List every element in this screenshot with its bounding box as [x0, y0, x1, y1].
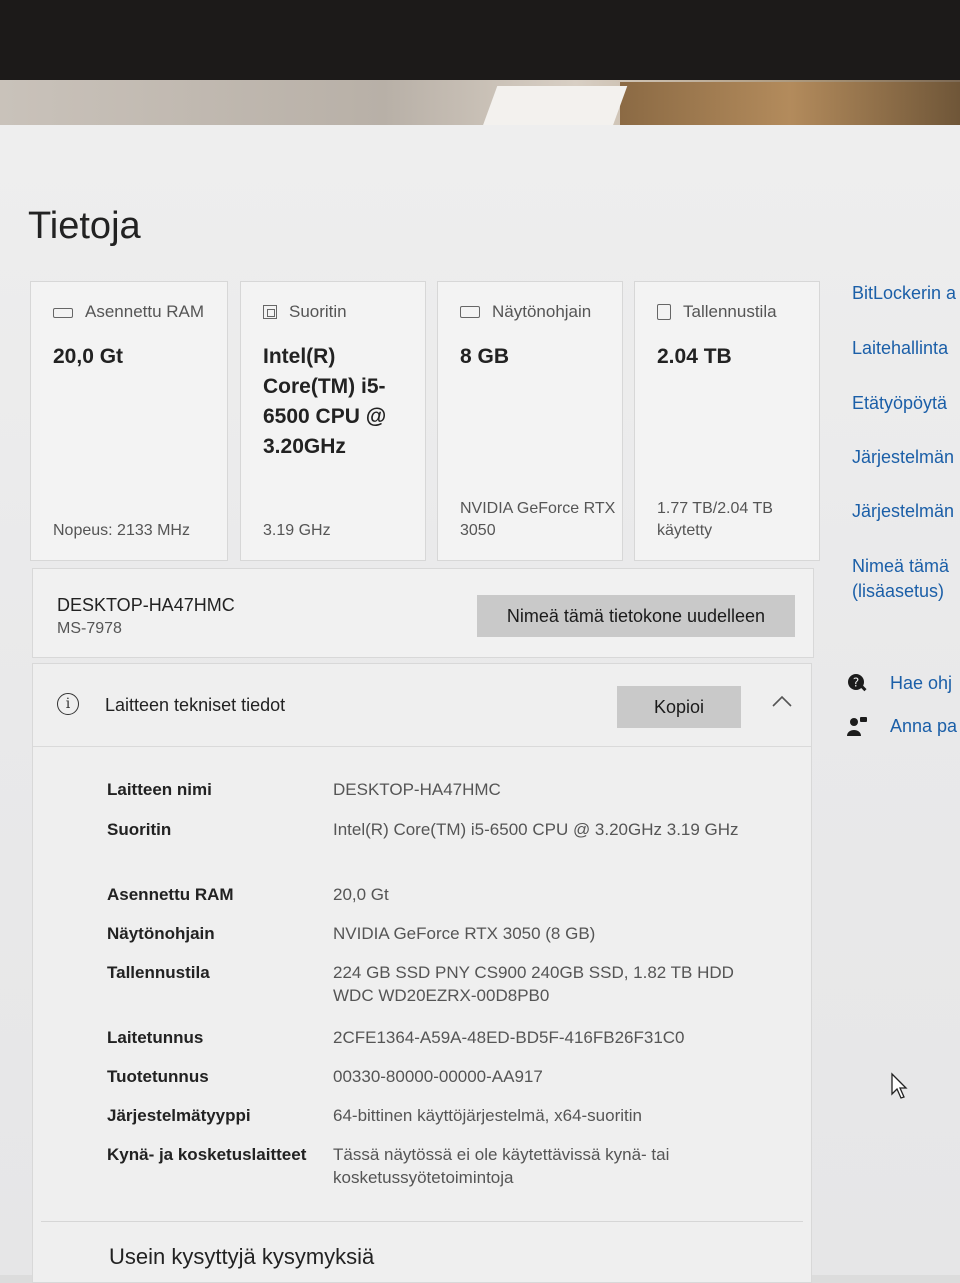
- card-subtext: 1.77 TB/2.04 TB käytetty: [657, 500, 773, 539]
- card-title: Suoritin: [289, 302, 347, 321]
- spec-value: Intel(R) Core(TM) i5-6500 CPU @ 3.20GHz …: [333, 820, 739, 839]
- mouse-pointer-icon: [891, 1072, 908, 1099]
- graphics-card-icon: [460, 306, 480, 318]
- storage-card: Tallennustila 2.04 TB 1.77 TB/2.04 TB kä…: [634, 281, 820, 561]
- spec-value: Tässä näytössä ei ole käytettävissä kynä…: [333, 1145, 670, 1187]
- chevron-up-icon[interactable]: [771, 694, 793, 708]
- ram-card: Asennettu RAM 20,0 Gt Nopeus: 2133 MHz: [30, 281, 228, 561]
- card-value: Intel(R) Core(TM) i5-6500 CPU @ 3.20GHz: [263, 345, 387, 458]
- spec-value: 2CFE1364-A59A-48ED-BD5F-416FB26F31C0: [333, 1028, 685, 1047]
- help-icon: ?: [848, 674, 867, 692]
- device-name-panel: DESKTOP-HA47HMC MS-7978 Nimeä tämä tieto…: [32, 568, 814, 658]
- graphics-card: Näytönohjain 8 GB NVIDIA GeForce RTX 305…: [437, 281, 623, 561]
- background-scene-wood: [620, 82, 960, 128]
- card-value: 2.04 TB: [657, 345, 732, 368]
- rename-pc-advanced-link[interactable]: Nimeä tämä: [852, 554, 949, 579]
- card-title: Asennettu RAM: [85, 302, 205, 321]
- spec-value: NVIDIA GeForce RTX 3050 (8 GB): [333, 924, 596, 943]
- spec-key: Näytönohjain: [107, 924, 215, 943]
- card-value: 8 GB: [460, 345, 510, 368]
- card-subtext: Nopeus: 2133 MHz: [53, 522, 190, 539]
- card-title: Tallennustila: [683, 302, 777, 321]
- device-specs-header[interactable]: i Laitteen tekniset tiedot Kopioi: [33, 664, 811, 747]
- advanced-system-settings-link[interactable]: Järjestelmän: [852, 499, 954, 524]
- spec-key: Kynä- ja kosketuslaitteet: [107, 1145, 307, 1164]
- spec-key: Laitetunnus: [107, 1028, 204, 1047]
- card-subtext: 3.19 GHz: [263, 522, 331, 539]
- get-help-link[interactable]: ? Hae ohj: [846, 672, 952, 694]
- give-feedback-label: Anna pa: [890, 715, 958, 736]
- device-model: MS-7978: [57, 620, 122, 637]
- processor-icon: [263, 305, 277, 319]
- spec-value: 20,0 Gt: [333, 885, 389, 904]
- device-name: DESKTOP-HA47HMC: [57, 595, 235, 615]
- storage-icon: [657, 304, 671, 320]
- card-title: Näytönohjain: [492, 302, 592, 321]
- card-value: 20,0 Gt: [53, 345, 124, 368]
- page-title: Tietoja: [28, 205, 141, 247]
- remote-desktop-link[interactable]: Etätyöpöytä: [852, 391, 947, 416]
- rename-pc-button[interactable]: Nimeä tämä tietokone uudelleen: [477, 595, 795, 637]
- svg-text:?: ?: [853, 676, 859, 690]
- device-specs-panel: i Laitteen tekniset tiedot Kopioi Laitte…: [32, 663, 812, 1283]
- background-scene-paper: [482, 86, 628, 126]
- spec-key: Laitteen nimi: [107, 780, 212, 799]
- give-feedback-link[interactable]: Anna pa: [846, 715, 957, 737]
- faq-heading[interactable]: Usein kysyttyjä kysymyksiä: [109, 1244, 374, 1270]
- spec-key: Asennettu RAM: [107, 885, 234, 904]
- spec-key: Suoritin: [107, 820, 172, 839]
- bitlocker-link[interactable]: BitLockerin a: [852, 281, 956, 306]
- get-help-label: Hae ohj: [890, 672, 953, 693]
- spec-key: Järjestelmätyyppi: [107, 1106, 251, 1125]
- processor-card: Suoritin Intel(R) Core(TM) i5-6500 CPU @…: [240, 281, 426, 561]
- monitor-bezel: [0, 0, 960, 80]
- spec-value: 00330-80000-00000-AA917: [333, 1067, 543, 1086]
- feedback-icon: [847, 717, 867, 736]
- ram-icon: [53, 308, 73, 318]
- info-icon: i: [57, 693, 79, 715]
- spec-key: Tallennustila: [107, 963, 210, 982]
- device-specs-title: Laitteen tekniset tiedot: [105, 695, 286, 715]
- copy-button[interactable]: Kopioi: [617, 686, 741, 728]
- rename-pc-advanced-link-suffix[interactable]: (lisäasetus): [852, 579, 944, 604]
- divider: [41, 1221, 803, 1222]
- card-subtext: NVIDIA GeForce RTX 3050: [460, 500, 616, 539]
- spec-value: 64-bittinen käyttöjärjestelmä, x64-suori…: [333, 1106, 642, 1125]
- spec-value: 224 GB SSD PNY CS900 240GB SSD, 1.82 TB …: [333, 963, 734, 1005]
- device-manager-link[interactable]: Laitehallinta: [852, 336, 948, 361]
- system-protection-link[interactable]: Järjestelmän: [852, 445, 954, 470]
- spec-value: DESKTOP-HA47HMC: [333, 780, 501, 799]
- spec-key: Tuotetunnus: [107, 1067, 209, 1086]
